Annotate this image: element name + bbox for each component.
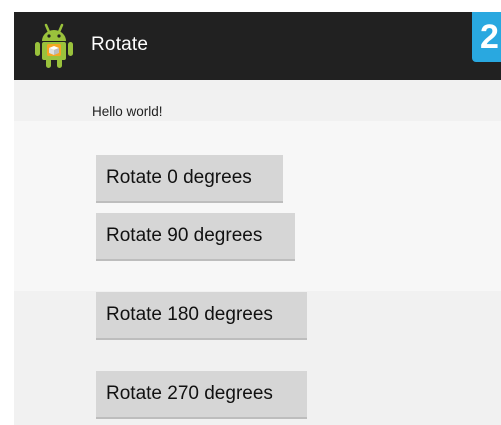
- app-title: Rotate: [91, 34, 149, 55]
- action-bar: Rotate 2: [14, 12, 501, 80]
- hello-text: Hello world!: [92, 104, 163, 119]
- rotate-180-button[interactable]: Rotate 180 degrees: [96, 292, 307, 340]
- content-highlight-band: [14, 121, 501, 291]
- rotate-0-button[interactable]: Rotate 0 degrees: [96, 155, 283, 203]
- step-number-badge: 2: [472, 12, 501, 62]
- android-robot-icon[interactable]: [34, 22, 74, 70]
- app-screen: Rotate 2 Hello world! Rotate 0 degrees R…: [14, 12, 501, 425]
- rotate-270-button[interactable]: Rotate 270 degrees: [96, 371, 307, 419]
- rotate-90-button[interactable]: Rotate 90 degrees: [96, 213, 295, 261]
